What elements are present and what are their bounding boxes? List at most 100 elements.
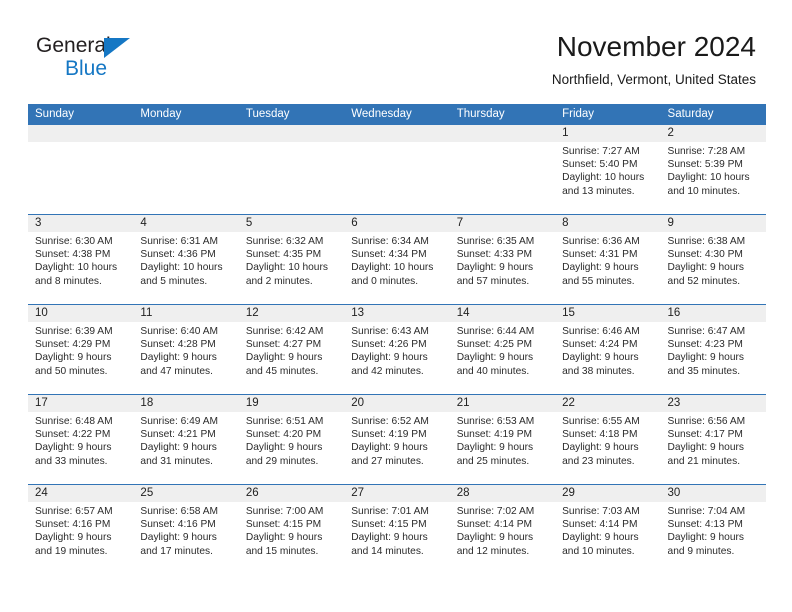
calendar-day-cell[interactable]: 23 Sunrise: 6:56 AM Sunset: 4:17 PM Dayligh… xyxy=(660,395,766,484)
general-blue-logo[interactable]: General Blue xyxy=(36,34,216,90)
calendar-day-cell[interactable]: 26 Sunrise: 7:00 AM Sunset: 4:15 PM Dayligh… xyxy=(238,485,345,574)
calendar-day-cell[interactable]: 10 Sunrise: 6:39 AM Sunset: 4:29 PM Dayligh… xyxy=(28,305,134,394)
day-sun-info: Sunrise: 7:28 AM Sunset: 5:39 PM Daylight:… xyxy=(661,142,766,198)
sunrise-text: Sunrise: 7:03 AM xyxy=(562,506,640,517)
day-number: 15 xyxy=(555,305,661,322)
daylight-text: Daylight: 10 hours and 5 minutes. xyxy=(140,262,223,287)
day-number: 19 xyxy=(238,395,345,412)
sunset-text: Sunset: 4:16 PM xyxy=(35,519,111,531)
calendar-week-row: 3 Sunrise: 6:30 AM Sunset: 4:38 PM Daylight… xyxy=(28,214,766,304)
weekday-header-wednesday: Wednesday xyxy=(351,108,412,120)
calendar-day-cell[interactable]: 14 Sunrise: 6:44 AM Sunset: 4:25 PM Dayligh… xyxy=(449,305,556,394)
sunrise-text: Sunrise: 6:57 AM xyxy=(35,506,113,517)
calendar-day-cell[interactable]: 30 Sunrise: 7:04 AM Sunset: 4:13 PM Dayligh… xyxy=(660,485,766,574)
calendar-page: General Blue November 2024 Northfield, V… xyxy=(0,0,792,612)
calendar-day-cell[interactable]: 16 Sunrise: 6:47 AM Sunset: 4:23 PM Dayligh… xyxy=(660,305,766,394)
daylight-text: Daylight: 9 hours and 10 minutes. xyxy=(562,532,639,557)
calendar-day-cell[interactable]: 24 Sunrise: 6:57 AM Sunset: 4:16 PM Dayligh… xyxy=(28,485,134,574)
day-number: 6 xyxy=(344,215,450,232)
calendar-day-cell[interactable]: 29 Sunrise: 7:03 AM Sunset: 4:14 PM Dayligh… xyxy=(555,485,661,574)
calendar-day-cell-empty[interactable] xyxy=(28,125,134,214)
calendar-day-cell[interactable]: 6 Sunrise: 6:34 AM Sunset: 4:34 PM Daylight… xyxy=(344,215,450,304)
day-sun-info: Sunrise: 6:36 AM Sunset: 4:31 PM Daylight:… xyxy=(555,232,660,288)
sunrise-text: Sunrise: 6:31 AM xyxy=(140,236,219,247)
day-sun-info: Sunrise: 6:56 AM Sunset: 4:17 PM Daylight:… xyxy=(661,412,766,468)
calendar-day-cell[interactable]: 13 Sunrise: 6:43 AM Sunset: 4:26 PM Dayligh… xyxy=(344,305,450,394)
calendar-week-row: 10 Sunrise: 6:39 AM Sunset: 4:29 PM Dayligh… xyxy=(28,304,766,394)
calendar-week-row: 17 Sunrise: 6:48 AM Sunset: 4:22 PM Dayligh… xyxy=(28,394,766,484)
calendar-day-cell[interactable]: 27 Sunrise: 7:01 AM Sunset: 4:15 PM Dayligh… xyxy=(344,485,450,574)
daylight-text: Daylight: 9 hours and 40 minutes. xyxy=(456,352,534,377)
sunset-text: Sunset: 4:18 PM xyxy=(562,429,638,441)
sunset-text: Sunset: 5:40 PM xyxy=(562,159,638,171)
calendar-day-cell[interactable]: 19 Sunrise: 6:51 AM Sunset: 4:20 PM Dayligh… xyxy=(238,395,345,484)
day-sun-info: Sunrise: 6:30 AM Sunset: 4:38 PM Daylight:… xyxy=(28,232,133,288)
calendar-day-cell[interactable]: 4 Sunrise: 6:31 AM Sunset: 4:36 PM Daylight… xyxy=(133,215,239,304)
daylight-text: Daylight: 10 hours and 10 minutes. xyxy=(667,172,750,197)
calendar-day-cell-empty[interactable] xyxy=(238,125,345,214)
calendar-day-cell[interactable]: 1 Sunrise: 7:27 AM Sunset: 5:40 PM Daylight… xyxy=(555,125,661,214)
calendar-day-cell-empty[interactable] xyxy=(449,125,556,214)
daylight-text: Daylight: 10 hours and 0 minutes. xyxy=(351,262,434,287)
calendar-day-cell[interactable]: 5 Sunrise: 6:32 AM Sunset: 4:35 PM Daylight… xyxy=(238,215,345,304)
day-sun-info: Sunrise: 7:04 AM Sunset: 4:13 PM Daylight:… xyxy=(661,502,766,558)
title-block: November 2024 Northfield, Vermont, Unite… xyxy=(552,30,756,88)
sunrise-text: Sunrise: 6:58 AM xyxy=(140,506,219,517)
daylight-text: Daylight: 9 hours and 47 minutes. xyxy=(140,352,217,377)
sunrise-text: Sunrise: 6:38 AM xyxy=(667,236,746,247)
sunrise-text: Sunrise: 6:34 AM xyxy=(351,236,429,247)
calendar-day-cell-empty[interactable] xyxy=(344,125,450,214)
calendar-weeks: 1 Sunrise: 7:27 AM Sunset: 5:40 PM Daylight… xyxy=(28,125,766,574)
sunrise-text: Sunrise: 6:48 AM xyxy=(35,416,113,427)
sunset-text: Sunset: 4:30 PM xyxy=(667,249,743,261)
sunset-text: Sunset: 4:17 PM xyxy=(667,429,743,441)
day-sun-info: Sunrise: 6:58 AM Sunset: 4:16 PM Daylight:… xyxy=(133,502,238,558)
calendar-day-cell[interactable]: 9 Sunrise: 6:38 AM Sunset: 4:30 PM Daylight… xyxy=(660,215,766,304)
calendar-day-cell[interactable]: 21 Sunrise: 6:53 AM Sunset: 4:19 PM Dayligh… xyxy=(449,395,556,484)
calendar-day-cell[interactable]: 18 Sunrise: 6:49 AM Sunset: 4:21 PM Dayligh… xyxy=(133,395,239,484)
calendar-day-cell[interactable]: 28 Sunrise: 7:02 AM Sunset: 4:14 PM Dayligh… xyxy=(449,485,556,574)
day-number: 12 xyxy=(238,305,345,322)
calendar-grid: Sunday Monday Tuesday Wednesday Thursday Frid… xyxy=(28,104,766,574)
sunset-text: Sunset: 4:23 PM xyxy=(667,339,743,351)
sunset-text: Sunset: 4:26 PM xyxy=(351,339,427,351)
sunset-text: Sunset: 4:19 PM xyxy=(351,429,427,441)
day-number: 2 xyxy=(660,125,766,142)
day-number: 17 xyxy=(28,395,134,412)
sunrise-text: Sunrise: 7:27 AM xyxy=(562,146,640,157)
daylight-text: Daylight: 9 hours and 17 minutes. xyxy=(140,532,217,557)
day-number: 8 xyxy=(555,215,661,232)
sunset-text: Sunset: 4:20 PM xyxy=(245,429,322,441)
sunset-text: Sunset: 4:29 PM xyxy=(35,339,111,351)
sunset-text: Sunset: 4:13 PM xyxy=(667,519,743,531)
sunrise-text: Sunrise: 7:02 AM xyxy=(456,506,535,517)
calendar-day-cell[interactable]: 2 Sunrise: 7:28 AM Sunset: 5:39 PM Daylight… xyxy=(660,125,766,214)
daylight-text: Daylight: 9 hours and 15 minutes. xyxy=(245,532,323,557)
sunset-text: Sunset: 4:19 PM xyxy=(456,429,533,441)
sunrise-text: Sunrise: 6:56 AM xyxy=(667,416,746,427)
calendar-day-cell[interactable]: 7 Sunrise: 6:35 AM Sunset: 4:33 PM Daylight… xyxy=(449,215,556,304)
day-number: 1 xyxy=(555,125,661,142)
calendar-day-cell[interactable]: 15 Sunrise: 6:46 AM Sunset: 4:24 PM Dayligh… xyxy=(555,305,661,394)
calendar-day-cell[interactable]: 3 Sunrise: 6:30 AM Sunset: 4:38 PM Daylight… xyxy=(28,215,134,304)
calendar-day-cell[interactable]: 22 Sunrise: 6:55 AM Sunset: 4:18 PM Dayligh… xyxy=(555,395,661,484)
day-number: 18 xyxy=(133,395,239,412)
day-sun-info: Sunrise: 6:42 AM Sunset: 4:27 PM Daylight:… xyxy=(239,322,344,378)
sunrise-text: Sunrise: 6:46 AM xyxy=(562,326,640,337)
calendar-day-cell[interactable]: 17 Sunrise: 6:48 AM Sunset: 4:22 PM Dayligh… xyxy=(28,395,134,484)
sunset-text: Sunset: 4:36 PM xyxy=(140,249,216,261)
weekday-header-friday: Friday xyxy=(562,108,595,120)
daylight-text: Daylight: 9 hours and 45 minutes. xyxy=(245,352,323,377)
daylight-text: Daylight: 9 hours and 52 minutes. xyxy=(667,262,744,287)
day-sun-info: Sunrise: 6:53 AM Sunset: 4:19 PM Daylight:… xyxy=(450,412,555,468)
page-title: November 2024 xyxy=(556,31,756,62)
calendar-day-cell[interactable]: 25 Sunrise: 6:58 AM Sunset: 4:16 PM Dayligh… xyxy=(133,485,239,574)
daylight-text: Daylight: 10 hours and 13 minutes. xyxy=(562,172,645,197)
calendar-day-cell[interactable]: 11 Sunrise: 6:40 AM Sunset: 4:28 PM Dayligh… xyxy=(133,305,239,394)
calendar-day-cell[interactable]: 20 Sunrise: 6:52 AM Sunset: 4:19 PM Dayligh… xyxy=(344,395,450,484)
calendar-day-cell-empty[interactable] xyxy=(133,125,239,214)
calendar-day-cell[interactable]: 12 Sunrise: 6:42 AM Sunset: 4:27 PM Dayligh… xyxy=(238,305,345,394)
day-number xyxy=(28,125,134,142)
logo-text-general: General xyxy=(36,34,111,57)
calendar-day-cell[interactable]: 8 Sunrise: 6:36 AM Sunset: 4:31 PM Daylight… xyxy=(555,215,661,304)
